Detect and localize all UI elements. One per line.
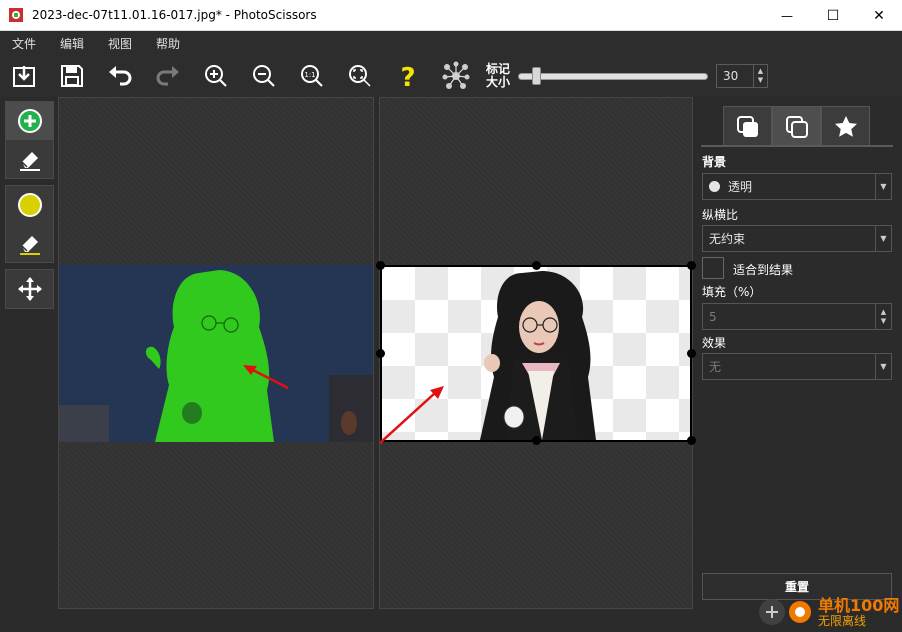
title-bar: 2023-dec-07t11.01.16-017.jpg* - PhotoSci… bbox=[0, 0, 902, 31]
background-select[interactable]: 透明 ▼ bbox=[702, 173, 892, 200]
background-label: 背景 bbox=[702, 155, 727, 169]
chevron-down-icon: ▼ bbox=[875, 226, 891, 251]
foreground-marker-button[interactable] bbox=[6, 102, 53, 140]
source-photo bbox=[59, 265, 373, 442]
zoom-in-button[interactable] bbox=[192, 55, 240, 97]
background-marker-button[interactable] bbox=[6, 186, 53, 224]
open-icon bbox=[13, 66, 35, 87]
foreground-tab-icon bbox=[785, 115, 808, 138]
menu-bar: 文件 编辑 视图 帮助 bbox=[0, 31, 902, 55]
save-icon bbox=[61, 65, 83, 87]
tab-foreground[interactable] bbox=[772, 106, 821, 146]
svg-text:1:1: 1:1 bbox=[304, 71, 315, 79]
menu-view[interactable]: 视图 bbox=[96, 35, 144, 52]
marker-size-slider[interactable] bbox=[518, 67, 708, 85]
spin-arrows-icon: ▲ ▼ bbox=[875, 304, 891, 329]
network-button[interactable] bbox=[432, 55, 480, 97]
menu-help[interactable]: 帮助 bbox=[144, 35, 192, 52]
aspect-ratio-select[interactable]: 无约束 ▼ bbox=[702, 225, 892, 252]
tab-effects[interactable] bbox=[821, 106, 870, 146]
background-tab-icon bbox=[736, 115, 758, 137]
move-icon bbox=[17, 277, 42, 301]
source-canvas[interactable] bbox=[58, 97, 374, 609]
svg-text:?: ? bbox=[400, 63, 415, 90]
fill-label: 填充（%） bbox=[702, 285, 762, 299]
help-icon: ? bbox=[400, 63, 415, 90]
aspect-ratio-label: 纵横比 bbox=[702, 208, 739, 222]
result-photo-image bbox=[480, 271, 596, 440]
undo-icon bbox=[109, 66, 132, 86]
marker-arrow-icon bbox=[243, 365, 289, 390]
left-toolbox bbox=[0, 97, 58, 627]
redo-button[interactable] bbox=[144, 55, 192, 97]
crop-handle-top-left[interactable] bbox=[376, 261, 385, 270]
fill-spinbox[interactable]: 5 ▲ ▼ bbox=[702, 303, 892, 330]
zoom-fit-button[interactable] bbox=[336, 55, 384, 97]
close-button[interactable]: ✕ bbox=[856, 0, 902, 31]
spin-down-icon[interactable]: ▼ bbox=[758, 76, 763, 85]
transparent-dot-icon bbox=[709, 181, 720, 192]
minimize-button[interactable]: — bbox=[764, 0, 810, 31]
slider-thumb[interactable] bbox=[532, 67, 541, 85]
crop-handle-top[interactable] bbox=[532, 261, 541, 270]
menu-file[interactable]: 文件 bbox=[0, 35, 48, 52]
maximize-button[interactable]: ☐ bbox=[810, 0, 856, 31]
fit-to-result-label: 适合到结果 bbox=[733, 263, 794, 277]
zoom-actual-icon: 1:1 bbox=[301, 65, 323, 87]
foreground-marker-icon bbox=[17, 109, 42, 133]
toolbar: 1:1 ? 标记 大小 30 ▲ ▼ bbox=[0, 55, 902, 97]
save-button[interactable] bbox=[48, 55, 96, 97]
help-button[interactable]: ? bbox=[384, 55, 432, 97]
tab-background[interactable] bbox=[723, 106, 772, 146]
background-eraser-button[interactable] bbox=[6, 224, 53, 262]
site-watermark: 单机100网 无限离线 bbox=[752, 586, 902, 632]
effects-tab-icon bbox=[834, 115, 857, 137]
crop-handle-bottom-right[interactable] bbox=[687, 436, 696, 445]
background-marker-icon bbox=[17, 193, 42, 217]
zoom-fit-icon bbox=[349, 65, 371, 87]
crop-handle-bottom[interactable] bbox=[532, 436, 541, 445]
zoom-out-button[interactable] bbox=[240, 55, 288, 97]
redo-icon bbox=[156, 66, 179, 86]
marker-size-spinbox[interactable]: 30 ▲ ▼ bbox=[716, 64, 768, 88]
watermark-logo-icon bbox=[759, 599, 811, 625]
crop-handle-top-right[interactable] bbox=[687, 261, 696, 270]
watermark-subtitle: 无限离线 bbox=[818, 614, 867, 628]
chevron-down-icon: ▼ bbox=[875, 174, 891, 199]
chevron-down-icon: ▼ bbox=[875, 354, 891, 379]
move-button[interactable] bbox=[6, 270, 53, 308]
app-logo-icon bbox=[9, 8, 23, 22]
foreground-eraser-button[interactable] bbox=[6, 140, 53, 178]
result-photo bbox=[376, 261, 696, 445]
menu-edit[interactable]: 编辑 bbox=[48, 35, 96, 52]
effect-label: 效果 bbox=[702, 336, 727, 350]
effect-select[interactable]: 无 ▼ bbox=[702, 353, 892, 380]
undo-button[interactable] bbox=[96, 55, 144, 97]
crop-handle-right[interactable] bbox=[687, 349, 696, 358]
crop-handle-left[interactable] bbox=[376, 349, 385, 358]
zoom-out-icon bbox=[253, 65, 275, 87]
background-eraser-icon bbox=[19, 236, 40, 255]
result-canvas[interactable] bbox=[376, 97, 696, 609]
fit-to-result-checkbox[interactable] bbox=[702, 257, 724, 279]
marker-size-label: 标记 大小 bbox=[486, 62, 511, 89]
settings-panel: 背景 透明 ▼ 纵横比 无约束 ▼ 适合到结果 填充（%） 5 ▲ ▼ 效果 无 … bbox=[697, 97, 902, 632]
open-button[interactable] bbox=[0, 55, 48, 97]
network-icon bbox=[442, 61, 470, 89]
zoom-actual-button[interactable]: 1:1 bbox=[288, 55, 336, 97]
zoom-in-icon bbox=[205, 65, 227, 87]
window-title: 2023-dec-07t11.01.16-017.jpg* - PhotoSci… bbox=[32, 8, 317, 22]
foreground-eraser-icon bbox=[19, 152, 40, 171]
spin-up-icon[interactable]: ▲ bbox=[758, 67, 763, 76]
